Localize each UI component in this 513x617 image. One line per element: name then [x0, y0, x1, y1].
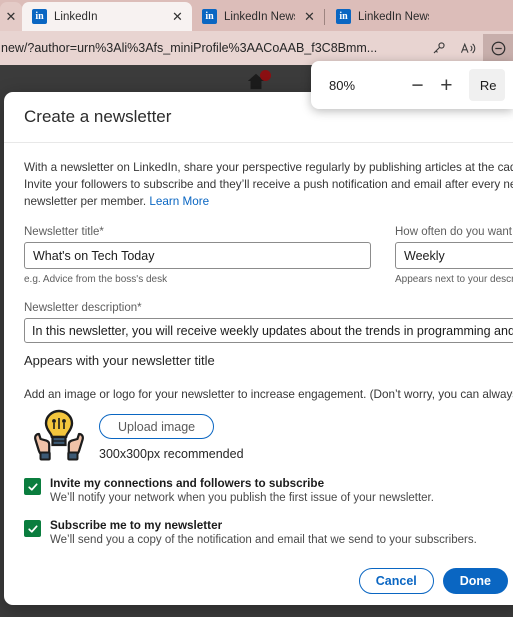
tab-label: LinkedIn News — [358, 10, 429, 23]
upload-image-button[interactable]: Upload image — [99, 414, 215, 439]
invite-connections-texts: Invite my connections and followers to s… — [50, 477, 434, 504]
checkbox-label: Invite my connections and followers to s… — [50, 477, 325, 490]
cancel-button[interactable]: Cancel — [358, 567, 434, 594]
create-newsletter-dialog: Create a newsletter With a newsletter on… — [4, 92, 513, 605]
zoom-decrease-button[interactable]: − — [403, 69, 432, 101]
newsletter-cadence-label: How often do you want — [395, 226, 512, 238]
dialog-description: With a newsletter on LinkedIn, share you… — [24, 159, 513, 210]
zoom-reset-button[interactable]: Re — [468, 69, 506, 101]
newsletter-title-input[interactable]: What's on Tech Today — [24, 242, 371, 269]
subscribe-self-texts: Subscribe me to my newsletter We’ll send… — [50, 519, 477, 546]
lightbulb-with-hands-icon — [26, 408, 92, 462]
checkbox-sublabel: We’ll send you a copy of the notificatio… — [50, 534, 477, 546]
upload-section-description: Add an image or logo for your newsletter… — [24, 388, 513, 401]
subscribe-self-checkbox-row[interactable]: Subscribe me to my newsletter We’ll send… — [24, 519, 504, 546]
checkbox-invite-connections[interactable] — [24, 478, 41, 495]
newsletter-title-field-group: Newsletter title* What's on Tech Today e… — [24, 226, 371, 285]
primary-fields-row: Newsletter title* What's on Tech Today e… — [24, 226, 513, 285]
newsletter-description-label: Newsletter description* — [24, 302, 142, 314]
tab-partial-left[interactable]: ✕ — [0, 2, 22, 31]
tab-linkedin-news[interactable]: in LinkedIn News — [326, 2, 436, 31]
newsletter-cadence-field-group: How often do you want Weekly Appears nex… — [395, 226, 513, 285]
intro-line-1: With a newsletter on LinkedIn, share you… — [24, 161, 513, 174]
zoom-increase-button[interactable]: + — [432, 69, 461, 101]
notification-badge — [260, 70, 271, 81]
done-button[interactable]: Done — [442, 567, 508, 594]
upload-size-hint: 300x300px recommended — [99, 447, 244, 461]
upload-section: Upload image 300x300px recommended — [24, 408, 504, 462]
newsletter-title-hint: e.g. Advice from the boss's desk — [24, 274, 168, 285]
linkedin-icon: in — [336, 9, 351, 24]
page-title: Create a newsletter — [24, 107, 172, 126]
close-icon[interactable]: ✕ — [4, 9, 19, 24]
learn-more-link[interactable]: Learn More — [149, 195, 209, 208]
checkbox-sublabel: We’ll notify your network when you publi… — [50, 492, 434, 504]
close-icon[interactable]: ✕ — [302, 9, 317, 24]
intro-line-2: Invite your followers to subscribe and t… — [24, 178, 513, 191]
newsletter-description-input[interactable]: In this newsletter, you will receive wee… — [24, 318, 513, 343]
intro-line-3: newsletter per member. — [24, 195, 150, 208]
linkedin-icon: in — [32, 9, 47, 24]
newsletter-cadence-select[interactable]: Weekly — [395, 242, 513, 269]
zoom-level-label: 80% — [329, 77, 356, 93]
tab-separator — [324, 9, 325, 25]
newsletter-cadence-hint: Appears next to your descri — [395, 274, 513, 285]
close-icon[interactable]: ✕ — [170, 9, 185, 24]
tab-linkedin-newsletters[interactable]: in LinkedIn Newsletters - ✕ — [192, 2, 324, 31]
browser-zoom-popup: 80% − + Re — [311, 61, 513, 109]
tab-label: LinkedIn — [54, 10, 98, 23]
newsletter-description-field-group: Newsletter description* In this newslett… — [24, 302, 513, 368]
dialog-footer: Cancel Done — [4, 556, 513, 605]
checkbox-label: Subscribe me to my newsletter — [50, 519, 223, 532]
zoom-out-icon[interactable] — [483, 34, 513, 62]
invite-connections-checkbox-row[interactable]: Invite my connections and followers to s… — [24, 477, 504, 504]
browser-tab-strip: ✕ in LinkedIn ✕ in LinkedIn Newsletters … — [0, 0, 513, 31]
checkbox-subscribe-self[interactable] — [24, 520, 41, 537]
newsletter-description-hint: Appears with your newsletter title — [24, 353, 215, 368]
upload-controls: Upload image 300x300px recommended — [99, 408, 244, 461]
read-aloud-icon[interactable] — [453, 34, 483, 62]
key-icon[interactable] — [423, 34, 453, 62]
tab-label: LinkedIn Newsletters - — [224, 10, 295, 23]
dialog-body: With a newsletter on LinkedIn, share you… — [4, 143, 513, 546]
linkedin-icon: in — [202, 9, 217, 24]
url-input[interactable]: new/?author=urn%3Ali%3Afs_miniProfile%3A… — [0, 41, 423, 55]
tab-linkedin[interactable]: in LinkedIn ✕ — [22, 2, 192, 31]
newsletter-title-label: Newsletter title* — [24, 226, 104, 238]
browser-address-bar: new/?author=urn%3Ali%3Afs_miniProfile%3A… — [0, 31, 513, 65]
